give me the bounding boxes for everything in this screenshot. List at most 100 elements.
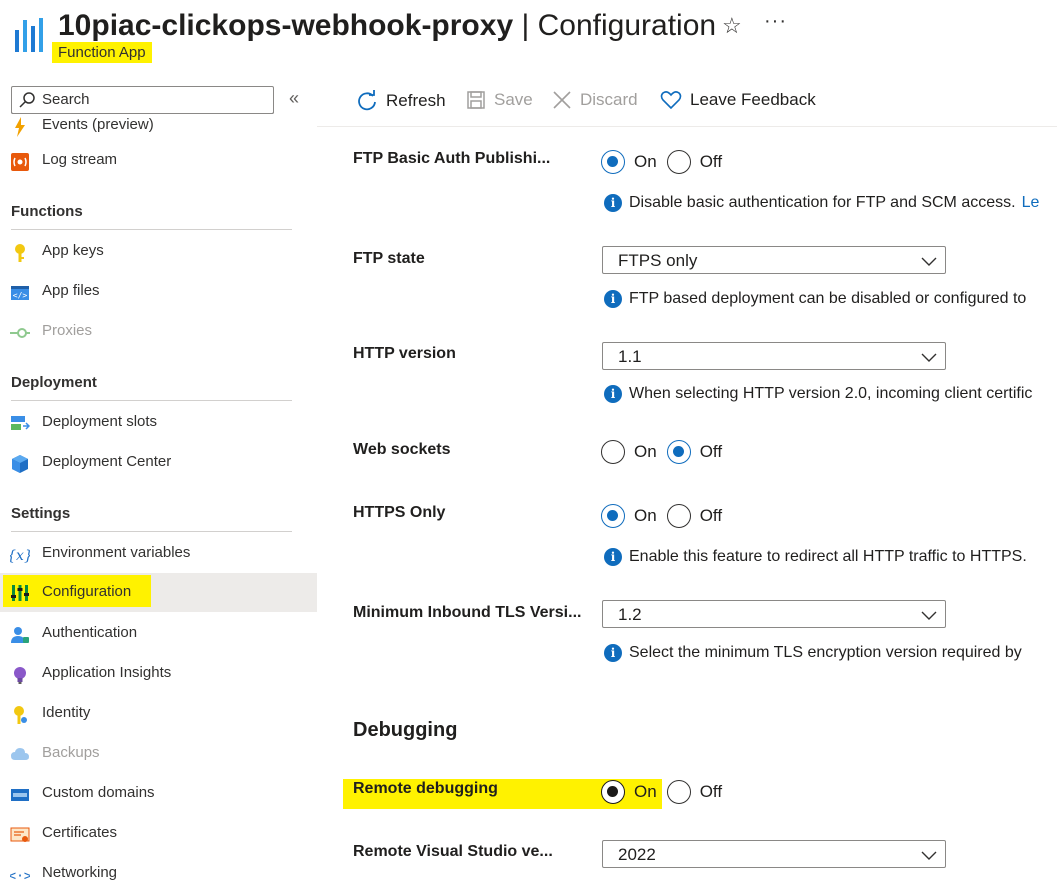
sidebar-item-label: Events (preview) <box>42 116 154 133</box>
web-sockets-off-radio[interactable]: Off <box>666 440 722 464</box>
sidebar-item-configuration[interactable]: Configuration <box>0 573 317 612</box>
ftp-basic-auth-label: FTP Basic Auth Publishi... <box>353 150 551 167</box>
ftp-state-label: FTP state <box>353 250 425 267</box>
sidebar-item-label: Identity <box>42 704 91 721</box>
section-divider <box>11 400 292 401</box>
function-app-icon <box>15 18 43 52</box>
remote-debugging-on-radio[interactable]: On <box>601 780 657 804</box>
radio-circle[interactable] <box>666 504 691 528</box>
radio-circle[interactable] <box>666 440 691 464</box>
refresh-button[interactable]: Refresh <box>356 90 446 112</box>
info-icon: i <box>604 290 622 308</box>
save-label: Save <box>494 90 533 109</box>
radio-circle[interactable] <box>666 150 691 174</box>
radio-label: On <box>634 442 657 461</box>
sidebar-item-label: Authentication <box>42 624 138 641</box>
collapse-sidebar-button[interactable]: « <box>289 88 299 109</box>
resource-name: 10piac-clickops-webhook-proxy <box>58 9 514 42</box>
http-version-label: HTTP version <box>353 345 456 362</box>
sidebar-item-label: App files <box>42 282 100 299</box>
sidebar-item-label: Certificates <box>42 824 118 841</box>
sidebar-item-app-files[interactable]: </> App files <box>0 274 317 310</box>
learn-more-link[interactable]: Le <box>1022 194 1040 212</box>
sidebar-item-custom-domains[interactable]: Custom domains <box>0 776 317 812</box>
user-auth-icon <box>11 627 29 643</box>
dropdown-value: 2022 <box>618 845 656 864</box>
ftp-basic-auth-off-radio[interactable]: Off <box>666 150 722 174</box>
search-icon <box>19 92 35 108</box>
https-only-info: i Enable this feature to redirect all HT… <box>604 548 1027 566</box>
sidebar-item-label: Networking <box>42 864 118 881</box>
sidebar-item-proxies[interactable]: Proxies <box>0 314 317 350</box>
network-icon: <·> <box>10 869 30 884</box>
search-input[interactable] <box>42 91 262 108</box>
radio-label: On <box>634 506 657 525</box>
ftp-state-dropdown[interactable]: FTPS only <box>602 246 946 274</box>
info-text: Disable basic authentication for FTP and… <box>629 194 1016 211</box>
star-icon[interactable]: ☆ <box>722 13 742 39</box>
save-button[interactable]: Save <box>466 90 533 110</box>
info-icon: i <box>604 385 622 403</box>
remote-debugging-off-radio[interactable]: Off <box>666 780 723 804</box>
sidebar-search-box[interactable] <box>11 86 274 114</box>
section-heading-settings: Settings <box>11 505 71 522</box>
radio-circle[interactable] <box>601 780 625 804</box>
page-title: 10piac-clickops-webhook-proxy | Configur… <box>58 8 716 44</box>
sidebar-item-environment-variables[interactable]: {x} Environment variables <box>0 536 317 572</box>
sidebar-item-application-insights[interactable]: Application Insights <box>0 656 317 692</box>
discard-button[interactable]: Discard <box>552 90 638 110</box>
slots-icon <box>11 416 30 430</box>
radio-circle[interactable] <box>601 440 625 464</box>
web-sockets-label: Web sockets <box>353 441 451 458</box>
sidebar-item-label: Application Insights <box>42 664 172 681</box>
sidebar-item-backups[interactable]: Backups <box>0 736 317 772</box>
sidebar-item-deployment-slots[interactable]: Deployment slots <box>0 405 317 441</box>
dropdown-value: 1.1 <box>618 347 642 366</box>
section-divider <box>11 531 292 532</box>
https-only-off-radio[interactable]: Off <box>666 504 722 528</box>
radio-label: Off <box>699 782 723 801</box>
sidebar-item-label: App keys <box>42 242 104 259</box>
web-sockets-on-radio[interactable]: On <box>601 440 657 464</box>
certificate-icon <box>10 827 30 842</box>
leave-feedback-button[interactable]: Leave Feedback <box>660 90 816 110</box>
min-tls-label: Minimum Inbound TLS Versi... <box>353 604 582 621</box>
sidebar-item-certificates[interactable]: Certificates <box>0 816 317 852</box>
info-icon: i <box>604 644 622 662</box>
http-version-info: i When selecting HTTP version 2.0, incom… <box>604 385 1032 403</box>
info-text: Enable this feature to redirect all HTTP… <box>629 548 1027 565</box>
sidebar-item-deployment-center[interactable]: Deployment Center <box>0 445 317 481</box>
radio-circle[interactable] <box>601 504 625 528</box>
sidebar-item-authentication[interactable]: Authentication <box>0 616 317 652</box>
https-only-label: HTTPS Only <box>353 504 446 521</box>
info-text: When selecting HTTP version 2.0, incomin… <box>629 385 1033 402</box>
more-options-button[interactable]: ··· <box>764 10 787 33</box>
radio-label: On <box>634 152 657 171</box>
chevron-down-icon <box>921 851 937 860</box>
section-divider <box>11 229 292 230</box>
remote-vs-version-dropdown[interactable]: 2022 <box>602 840 946 868</box>
heart-icon <box>660 91 682 110</box>
sidebar-item-app-keys[interactable]: App keys <box>0 234 317 270</box>
https-only-on-radio[interactable]: On <box>601 504 657 528</box>
min-tls-dropdown[interactable]: 1.2 <box>602 600 946 628</box>
chevron-down-icon <box>921 257 937 266</box>
refresh-icon <box>358 90 376 111</box>
sidebar-item-identity[interactable]: Identity <box>0 696 317 732</box>
sidebar-item-label: Log stream <box>42 151 118 168</box>
dropdown-value: 1.2 <box>618 605 642 624</box>
discard-label: Discard <box>580 90 638 109</box>
svg-text:{x}: {x} <box>10 548 30 564</box>
sidebar-item-log-stream[interactable]: Log stream <box>0 143 317 179</box>
http-version-dropdown[interactable]: 1.1 <box>602 342 946 370</box>
key-icon <box>15 244 25 262</box>
sidebar-item-label: Deployment slots <box>42 413 158 430</box>
ftp-basic-auth-on-radio[interactable]: On <box>601 150 657 174</box>
radio-circle[interactable] <box>601 150 625 174</box>
variable-icon: {x} <box>10 548 30 564</box>
radio-circle[interactable] <box>666 780 691 804</box>
page-name: Configuration <box>537 9 717 42</box>
debugging-section-title: Debugging <box>353 719 458 741</box>
close-icon <box>553 91 571 109</box>
sidebar-item-networking[interactable]: <·> Networking <box>0 856 317 888</box>
